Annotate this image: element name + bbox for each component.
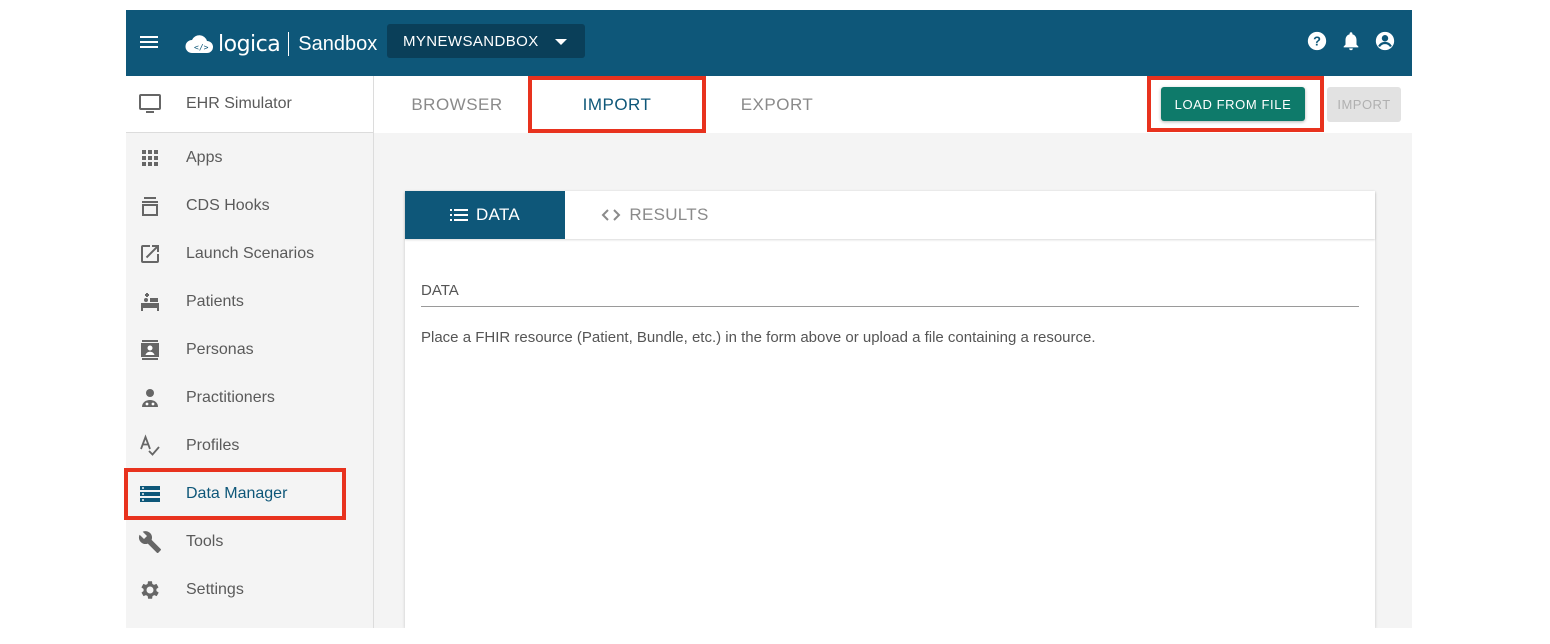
tab-export[interactable]: EXPORT (692, 76, 862, 133)
sidebar-item-launch-scenarios[interactable]: Launch Scenarios (126, 230, 373, 278)
bell-icon[interactable] (1340, 30, 1362, 52)
sidebar-item-practitioners[interactable]: Practitioners (126, 374, 373, 422)
doctor-icon (142, 389, 158, 407)
sidebar-item-tools[interactable]: Tools (126, 518, 373, 566)
sidebar-item-settings[interactable]: Settings (126, 566, 373, 614)
wrench-icon (138, 531, 161, 553)
tab-label: DATA (475, 205, 520, 224)
top-icons: ? (1306, 30, 1396, 52)
tab-browser[interactable]: BROWSER (374, 76, 540, 133)
sidebar-item-label: Practitioners (186, 389, 275, 406)
gear-icon (141, 581, 159, 599)
tab-results[interactable]: RESULTS (565, 191, 745, 239)
import-button[interactable]: IMPORT (1327, 87, 1401, 122)
tab-label: IMPORT (582, 94, 652, 114)
chevron-down-icon (555, 39, 567, 45)
logo[interactable]: </> logica Sandbox (184, 29, 377, 59)
sidebar-item-label: Data Manager (186, 485, 288, 502)
list-icon (449, 209, 468, 221)
tab-import[interactable]: IMPORT (532, 76, 702, 133)
tab-data[interactable]: DATA (405, 191, 565, 239)
sidebar-item-profiles[interactable]: Profiles (126, 422, 373, 470)
sidebar-item-data-manager[interactable]: Data Manager (126, 470, 373, 518)
account-icon[interactable] (1374, 30, 1396, 52)
help-icon[interactable]: ? (1306, 30, 1328, 52)
monitor-icon (139, 94, 161, 113)
tab-label: RESULTS (629, 205, 709, 224)
data-field-label: DATA (421, 282, 459, 299)
tab-label: EXPORT (740, 94, 814, 114)
sidebar-item-label: Profiles (186, 437, 240, 454)
launch-icon (141, 245, 159, 263)
sidebar-item-label: CDS Hooks (186, 197, 270, 214)
logo-text: logica (218, 31, 281, 57)
sidebar-item-label: Personas (186, 341, 254, 358)
import-card: DATA RESULTS DATA Place a FHIR resource … (405, 191, 1375, 628)
card-tabbar: DATA RESULTS (405, 191, 1375, 239)
sidebar-item-patients[interactable]: Patients (126, 278, 373, 326)
cds-hooks-icon (142, 197, 158, 216)
svg-text:?: ? (1313, 34, 1321, 49)
sidebar-item-cds-hooks[interactable]: CDS Hooks (126, 182, 373, 230)
sidebar-item-ehr-simulator[interactable]: EHR Simulator (126, 76, 373, 133)
apps-grid-icon (142, 150, 158, 166)
sidebar-item-personas[interactable]: Personas (126, 326, 373, 374)
sidebar-item-apps[interactable]: Apps (126, 134, 373, 182)
tab-label: BROWSER (411, 94, 503, 114)
app-window: </> logica Sandbox MYNEWSANDBOX ? EHR Si… (126, 10, 1412, 628)
sidebar: EHR Simulator Apps CDS Hooks Launch Scen… (126, 76, 374, 628)
code-icon (601, 209, 621, 221)
svg-text:</>: </> (194, 43, 209, 52)
sandbox-selector[interactable]: MYNEWSANDBOX (387, 24, 585, 58)
bed-icon (141, 293, 159, 311)
data-manager-tabbar: BROWSER IMPORT EXPORT LOAD FROM FILE IMP… (374, 76, 1412, 133)
sandbox-name: MYNEWSANDBOX (403, 32, 539, 50)
helper-text: Place a FHIR resource (Patient, Bundle, … (421, 329, 1096, 346)
sidebar-item-label: Settings (186, 581, 244, 598)
sidebar-item-label: Apps (186, 149, 223, 166)
storage-icon (140, 486, 160, 502)
sidebar-item-label: EHR Simulator (186, 95, 292, 112)
sidebar-item-label: Patients (186, 293, 244, 310)
product-name: Sandbox (298, 32, 378, 55)
logo-divider (288, 32, 290, 56)
contact-card-icon (141, 340, 159, 360)
logo-cloud-icon: </> (185, 35, 213, 53)
load-from-file-button[interactable]: LOAD FROM FILE (1161, 87, 1305, 121)
sidebar-item-label: Tools (186, 533, 224, 550)
data-input-field[interactable] (421, 306, 1359, 307)
top-app-bar: </> logica Sandbox MYNEWSANDBOX ? (126, 10, 1412, 76)
spellcheck-icon (140, 434, 160, 456)
sidebar-item-label: Launch Scenarios (186, 245, 315, 262)
menu-icon[interactable] (140, 33, 160, 53)
